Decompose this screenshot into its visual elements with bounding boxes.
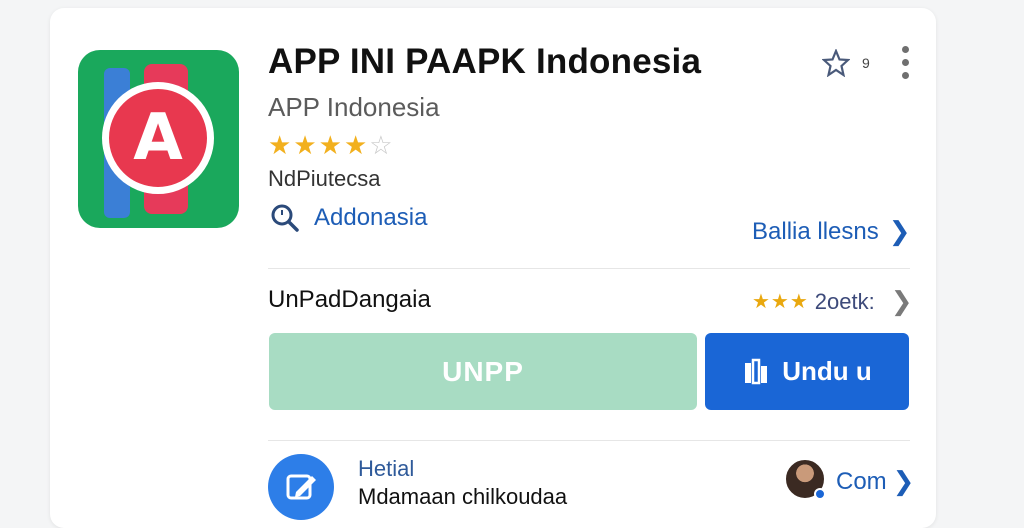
wishlist-star-icon[interactable] (822, 48, 850, 77)
bottom-link-label: Com (836, 467, 887, 495)
edit-glyph (286, 474, 316, 500)
more-vert-icon[interactable] (901, 46, 909, 79)
divider (268, 268, 910, 269)
secondary-button-label: UNPP (442, 355, 524, 387)
mini-stars: ★★★ (752, 291, 809, 313)
reviews-count: 2oetk: (814, 288, 875, 314)
star-icon: ★ (343, 130, 370, 160)
install-button-label: Undu u (782, 356, 872, 386)
avatar-status-dot (814, 488, 826, 500)
section-label: UnPadDangaia (268, 286, 431, 313)
app-icon-letter: A (133, 101, 183, 175)
more-info-label: Ballia llesns (752, 217, 879, 245)
bottom-section-title: Hetial (358, 456, 415, 481)
edit-icon[interactable] (268, 454, 334, 520)
rating-stars: ★★★★☆ (268, 130, 395, 161)
divider (268, 440, 910, 441)
download-icon (745, 358, 768, 384)
chevron-right-icon: ❯ (892, 466, 915, 496)
search-link[interactable]: Addonasia (270, 203, 427, 233)
top-actions: 9 (822, 46, 909, 79)
star-icon: ★ (293, 130, 319, 160)
app-title: APP INI PAAPK Indonesia (268, 42, 702, 81)
reviews-link[interactable]: ★★★ 2oetk: ❯ (752, 286, 913, 317)
category-label: NdPiutecsa (268, 166, 381, 191)
search-label: Addonasia (314, 204, 428, 231)
secondary-button[interactable]: UNPP (269, 333, 697, 410)
more-info-link[interactable]: Ballia llesns ❯ (752, 216, 911, 247)
wishlist-count: 9 (862, 54, 870, 71)
star-icon: ★ (268, 130, 294, 160)
bottom-link[interactable]: Com ❯ (836, 466, 914, 497)
star-empty-icon: ☆ (369, 130, 395, 160)
developer-name[interactable]: APP Indonesia (268, 92, 440, 123)
install-button[interactable]: Undu u (705, 333, 909, 410)
search-icon (271, 204, 299, 232)
chevron-right-icon: ❯ (888, 216, 911, 246)
bottom-section-subtitle: Mdamaan chilkoudaa (358, 484, 568, 509)
app-icon[interactable]: A (78, 50, 239, 228)
star-icon: ★ (318, 130, 344, 160)
chevron-right-icon: ❯ (890, 286, 913, 316)
